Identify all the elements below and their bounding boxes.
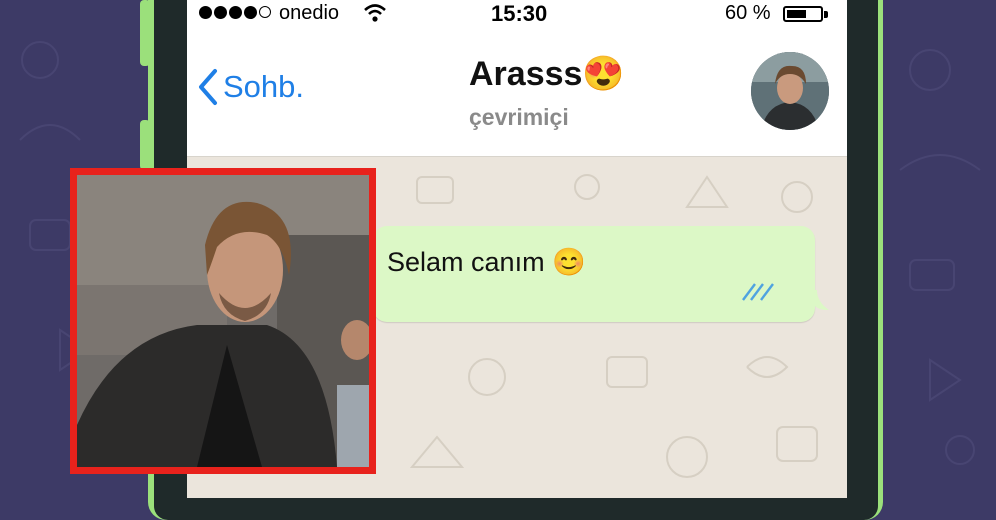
- contact-status: çevrimiçi: [469, 104, 569, 130]
- battery-icon: [783, 6, 823, 22]
- chevron-left-icon: [199, 69, 217, 105]
- message-text: Selam canım 😊: [387, 247, 586, 277]
- man-portrait-image: [77, 175, 369, 467]
- back-label: Sohb.: [223, 69, 305, 104]
- status-bar: onedio 15:30 60 %: [187, 0, 847, 28]
- clock: 15:30: [491, 1, 548, 26]
- back-button[interactable]: Sohb.: [197, 68, 304, 106]
- avatar-image: [751, 52, 829, 130]
- battery-tip: [824, 11, 828, 18]
- wifi-icon: [364, 4, 386, 22]
- bubble-tail: [809, 290, 829, 310]
- battery-percent: 60 %: [725, 2, 771, 24]
- contact-name[interactable]: Arasss😍: [469, 54, 625, 94]
- inset-photo: [77, 175, 369, 467]
- carrier-name: onedio: [279, 2, 340, 24]
- smiling-emoji: 😊: [552, 247, 586, 277]
- chat-header: Sohb. Arasss😍 çevrimiçi: [187, 28, 847, 157]
- contact-name-text: Arasss: [469, 55, 583, 93]
- volume-button: [140, 0, 150, 66]
- avatar[interactable]: [751, 52, 829, 130]
- outgoing-message-bubble[interactable]: Selam canım 😊: [373, 226, 815, 322]
- power-button: [140, 120, 150, 170]
- signal-strength: [199, 6, 271, 19]
- double-check-icon: [742, 283, 774, 301]
- inset-photo-frame: [70, 168, 376, 474]
- heart-eyes-emoji: 😍: [582, 55, 625, 93]
